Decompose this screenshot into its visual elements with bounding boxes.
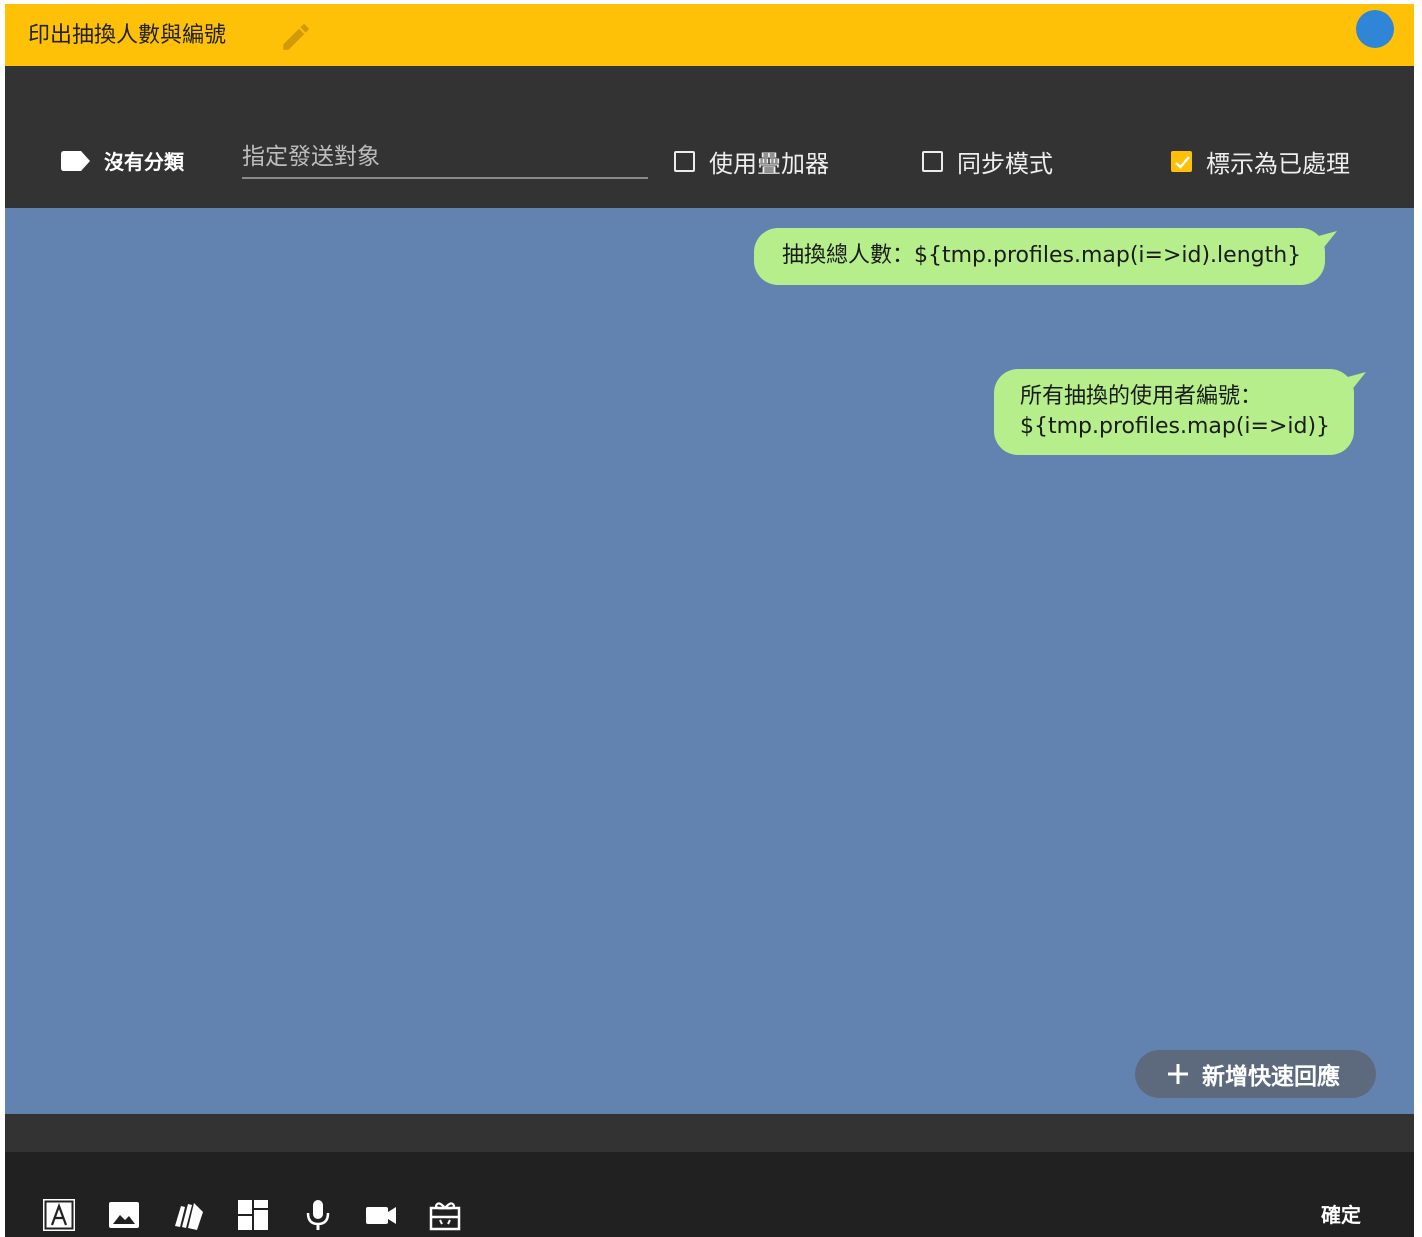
- category-selector[interactable]: 沒有分類: [61, 146, 184, 175]
- message-bubble[interactable]: 抽換總人數：${tmp.profiles.map(i=>id).length}: [754, 228, 1338, 285]
- category-label: 沒有分類: [104, 150, 184, 174]
- video-icon[interactable]: [364, 1198, 398, 1232]
- cards-icon[interactable]: [171, 1198, 205, 1232]
- title-bar: 印出抽換人數與編號: [5, 4, 1414, 66]
- add-quick-reply-label: 新增快速回應: [1202, 1064, 1340, 1090]
- sync-mode-checkbox[interactable]: 同步模式: [922, 144, 1053, 179]
- settings-toolbar: 沒有分類 使用疊加器 同步模式 標示為已處理: [5, 66, 1414, 208]
- bubble-tail: [1344, 372, 1367, 392]
- confirm-button[interactable]: 確定: [1321, 1199, 1361, 1228]
- bottom-toolbar: [5, 1152, 1414, 1237]
- target-input[interactable]: [242, 137, 648, 179]
- bottom-divider-bar: [5, 1114, 1414, 1152]
- layout-icon[interactable]: [236, 1198, 270, 1232]
- image-icon[interactable]: [107, 1198, 141, 1232]
- message-text-line: 所有抽換的使用者編號：: [1020, 384, 1263, 409]
- checkbox-icon[interactable]: [674, 151, 695, 172]
- status-indicator: [1356, 10, 1394, 48]
- editor-window: 印出抽換人數與編號 沒有分類 使用疊加器 同步模式 標示為已處理: [5, 4, 1414, 1237]
- plus-icon: [1168, 1064, 1188, 1084]
- text-icon[interactable]: [42, 1198, 76, 1232]
- sync-mode-checkbox-label: 同步模式: [957, 150, 1053, 178]
- microphone-icon[interactable]: [301, 1198, 335, 1232]
- checked-checkbox-icon[interactable]: [1171, 151, 1192, 172]
- gift-icon[interactable]: [428, 1198, 462, 1232]
- pencil-icon[interactable]: [279, 20, 313, 54]
- overlay-checkbox[interactable]: 使用疊加器: [674, 144, 829, 179]
- checkbox-icon[interactable]: [922, 151, 943, 172]
- message-bubble[interactable]: 所有抽換的使用者編號： ${tmp.profiles.map(i=>id)}: [994, 369, 1367, 455]
- page-title: 印出抽換人數與編號: [28, 23, 227, 48]
- label-icon: [61, 150, 90, 171]
- mark-processed-checkbox[interactable]: 標示為已處理: [1171, 144, 1350, 179]
- message-canvas: 抽換總人數：${tmp.profiles.map(i=>id).length} …: [5, 208, 1414, 1114]
- mark-processed-checkbox-label: 標示為已處理: [1206, 150, 1350, 178]
- add-quick-reply-button[interactable]: 新增快速回應: [1135, 1050, 1376, 1098]
- message-text: 抽換總人數：${tmp.profiles.map(i=>id).length}: [782, 243, 1302, 268]
- message-text-line: ${tmp.profiles.map(i=>id)}: [1020, 414, 1331, 439]
- bubble-tail: [1315, 231, 1338, 251]
- overlay-checkbox-label: 使用疊加器: [709, 150, 829, 178]
